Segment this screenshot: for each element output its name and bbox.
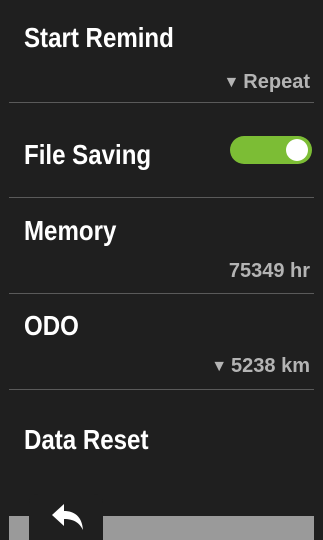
odo-label: ODO [24,310,79,341]
data-reset-label: Data Reset [24,424,149,455]
triangle-down-icon: ▼ [223,74,240,91]
back-arrow-icon [52,504,83,530]
memory-value: 75349 hr [228,260,310,282]
start-remind-dropdown[interactable]: ▼ Repeat [223,72,310,92]
file-saving-row[interactable]: File Saving [9,103,314,198]
settings-screen: Start Remind ▼ Repeat File Saving Memory … [0,0,323,540]
odo-value: 5238 km [231,355,310,377]
start-remind-row[interactable]: Start Remind ▼ Repeat [9,0,314,103]
start-remind-value: Repeat [243,71,310,93]
file-saving-toggle[interactable] [230,136,312,164]
file-saving-label: File Saving [24,139,152,170]
toggle-knob [286,139,308,161]
triangle-down-icon: ▼ [211,358,228,375]
memory-label: Memory [24,215,117,246]
odo-dropdown[interactable]: ▼ 5238 km [211,356,310,376]
memory-row[interactable]: Memory 75349 hr [9,198,314,294]
start-remind-label: Start Remind [24,22,174,53]
back-button[interactable] [29,494,103,540]
odo-row[interactable]: ODO ▼ 5238 km [9,294,314,390]
data-reset-row[interactable]: Data Reset [9,390,314,490]
